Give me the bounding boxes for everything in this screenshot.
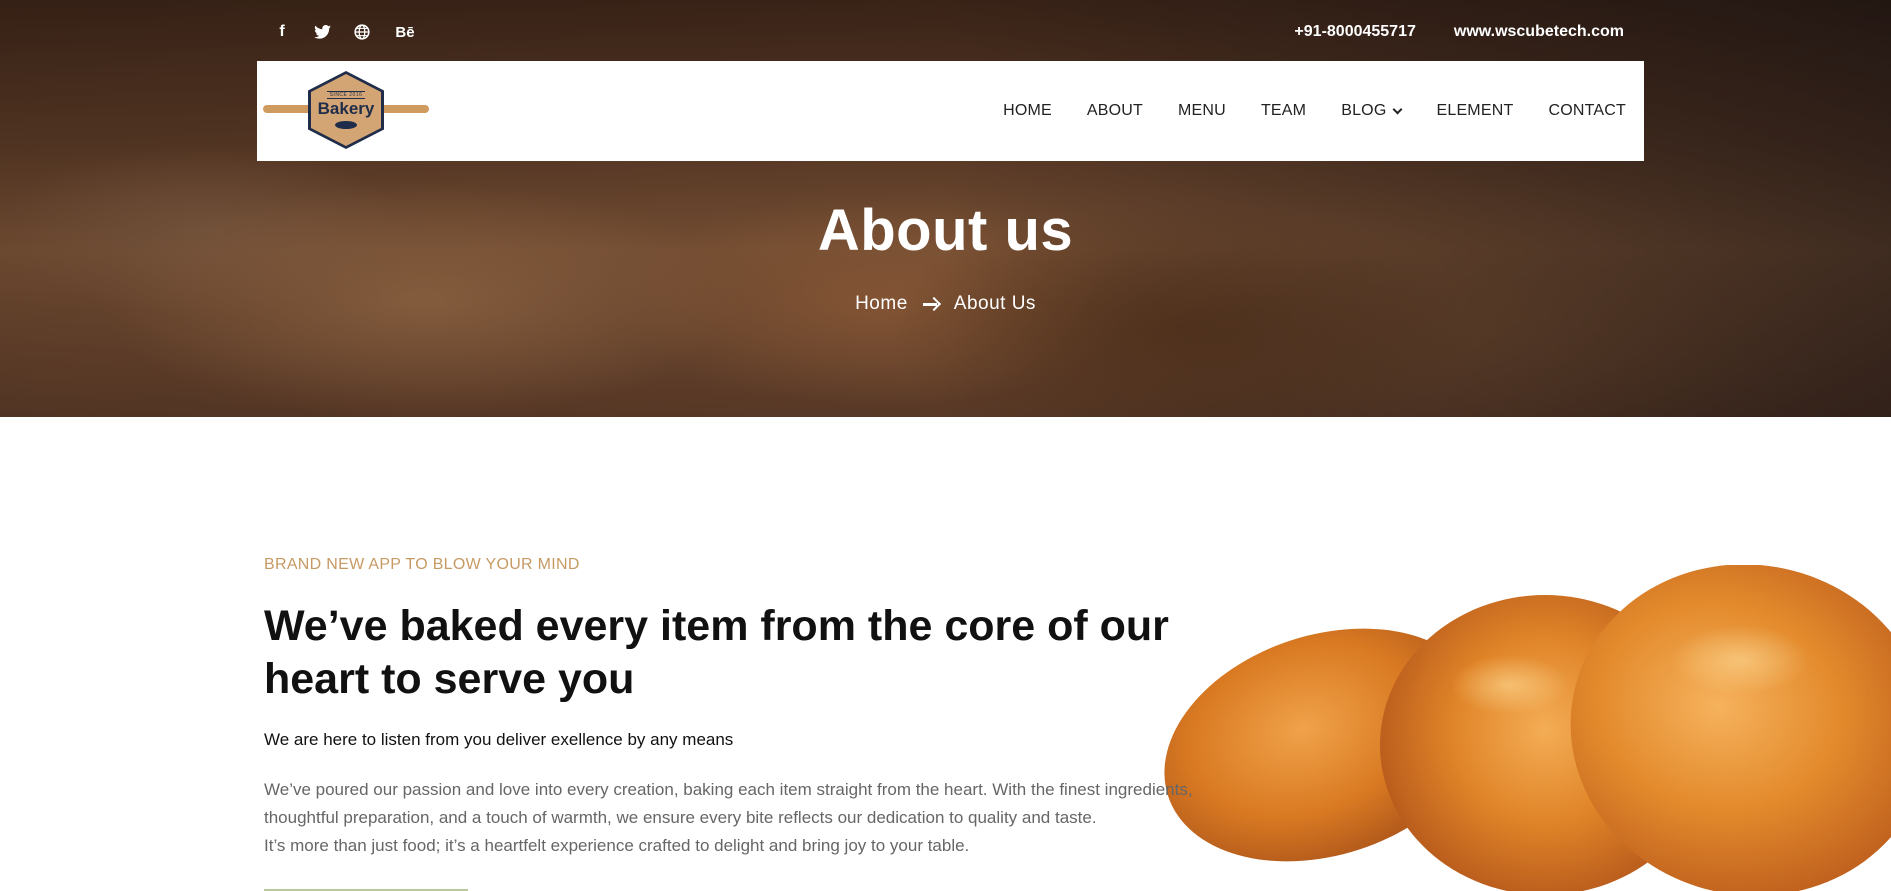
body-line-2: thoughtful preparation, and a touch of w… (264, 808, 1097, 827)
nav-item-menu[interactable]: MENU (1178, 102, 1226, 120)
breadcrumb: Home About Us (0, 293, 1891, 315)
breadcrumb-home-link[interactable]: Home (855, 293, 908, 315)
social-links: f Bē (257, 22, 417, 42)
croissant-highlight-2 (1670, 625, 1810, 695)
logo-since-text: SINCE 2016 (326, 91, 366, 99)
bread-icon (335, 121, 357, 129)
breadcrumb-current: About Us (953, 293, 1036, 314)
body-line-1: We’ve poured our passion and love into e… (264, 780, 1193, 799)
globe-icon[interactable] (353, 22, 371, 42)
headline-line-2: heart to serve you (264, 655, 635, 703)
main-navbar: SINCE 2016 Bakery HOME ABOUT MENU TEAM B… (257, 61, 1644, 161)
website-link[interactable]: www.wscubetech.com (1454, 23, 1624, 41)
nav-item-home[interactable]: HOME (1003, 102, 1052, 120)
about-section: BRAND NEW APP TO BLOW YOUR MIND We’ve ba… (264, 556, 1244, 860)
section-eyebrow: BRAND NEW APP TO BLOW YOUR MIND (264, 556, 580, 573)
phone-number[interactable]: +91-8000455717 (1294, 23, 1415, 41)
nav-item-blog[interactable]: BLOG (1341, 102, 1403, 120)
section-body: We’ve poured our passion and love into e… (264, 776, 1244, 860)
nav-item-contact[interactable]: CONTACT (1548, 102, 1626, 120)
nav-item-team[interactable]: TEAM (1261, 102, 1306, 120)
logo-wordmark: Bakery (317, 99, 375, 118)
page-title: About us (817, 198, 1074, 263)
body-line-3: It’s more than just food; it’s a heartfe… (264, 836, 970, 855)
rolling-pin-right-icon (379, 105, 429, 113)
facebook-icon[interactable]: f (273, 22, 291, 42)
bakery-logo[interactable]: SINCE 2016 Bakery (263, 61, 433, 161)
arrow-right-icon (922, 295, 940, 313)
top-bar: f Bē +91-8000455717 www.wscubetech.com (257, 18, 1644, 46)
section-headline: We’ve baked every item from the core of … (264, 600, 1244, 706)
section-subtitle: We are here to listen from you deliver e… (264, 730, 734, 749)
nav-item-blog-label: BLOG (1341, 102, 1387, 119)
croissant-highlight (1450, 655, 1570, 715)
contact-info: +91-8000455717 www.wscubetech.com (1294, 23, 1644, 41)
croissant-image (1150, 565, 1891, 891)
chevron-down-icon (1393, 104, 1403, 114)
nav-item-element[interactable]: ELEMENT (1436, 102, 1513, 120)
nav-menu: HOME ABOUT MENU TEAM BLOG ELEMENT CONTAC… (1003, 102, 1644, 120)
headline-line-1: We’ve baked every item from the core of … (264, 602, 1169, 650)
behance-icon[interactable]: Bē (393, 22, 417, 42)
rolling-pin-left-icon (263, 105, 313, 113)
nav-item-about[interactable]: ABOUT (1087, 102, 1143, 120)
twitter-icon[interactable] (313, 22, 331, 42)
